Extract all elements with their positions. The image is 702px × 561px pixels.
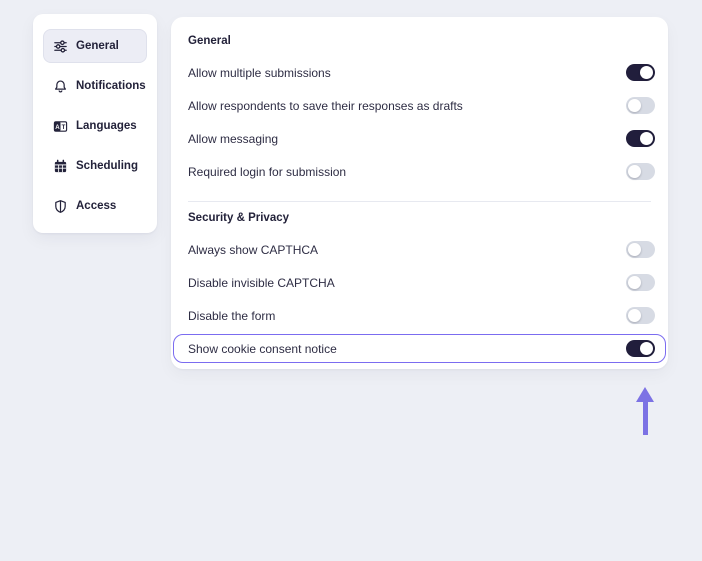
setting-row-allow-messaging: Allow messaging [171,122,668,155]
section-general: General Allow multiple submissions Allow… [171,25,668,188]
setting-label: Allow messaging [188,131,279,146]
toggle-knob [640,66,653,79]
setting-label: Disable the form [188,308,276,323]
sidebar-item-label: Scheduling [76,160,138,172]
setting-label: Show cookie consent notice [188,341,337,356]
setting-row-save-drafts: Allow respondents to save their response… [171,89,668,122]
setting-row-disable-invisible-captcha: Disable invisible CAPTCHA [171,266,668,299]
setting-label: Allow respondents to save their response… [188,98,463,113]
svg-text:T: T [62,123,66,130]
shield-icon [53,199,68,214]
toggle-disable-invisible-captcha[interactable] [626,274,655,291]
translate-icon: A T [53,119,68,134]
setting-label: Allow multiple submissions [188,65,331,80]
toggle-always-show-captcha[interactable] [626,241,655,258]
bell-icon [53,79,68,94]
section-security-privacy: Security & Privacy Always show CAPTHCA D… [171,202,668,363]
toggle-disable-form[interactable] [626,307,655,324]
settings-sidebar: General Notifications A T Languages Sche… [33,14,157,233]
toggle-required-login[interactable] [626,163,655,180]
sidebar-item-notifications[interactable]: Notifications [43,69,147,103]
arrow-head [636,387,654,402]
setting-row-disable-form: Disable the form [171,299,668,332]
settings-page: General Notifications A T Languages Sche… [0,0,702,561]
toggle-knob [640,132,653,145]
toggle-save-drafts[interactable] [626,97,655,114]
sidebar-item-label: Notifications [76,80,146,92]
toggle-knob [640,342,653,355]
section-title: General [188,35,231,47]
sidebar-item-label: General [76,40,119,52]
svg-text:A: A [55,123,60,130]
setting-row-always-show-captcha: Always show CAPTHCA [171,233,668,266]
calendar-icon [53,159,68,174]
toggle-cookie-consent[interactable] [626,340,655,357]
sidebar-item-access[interactable]: Access [43,189,147,223]
setting-row-allow-multiple-submissions: Allow multiple submissions [171,56,668,89]
settings-panel: General Allow multiple submissions Allow… [171,17,668,369]
sliders-icon [53,39,68,54]
toggle-knob [628,276,641,289]
toggle-knob [628,243,641,256]
setting-label: Always show CAPTHCA [188,242,319,257]
sidebar-item-languages[interactable]: A T Languages [43,109,147,143]
toggle-allow-multiple-submissions[interactable] [626,64,655,81]
toggle-knob [628,309,641,322]
arrow-shaft [642,402,648,435]
setting-row-cookie-consent-highlighted: Show cookie consent notice [173,334,666,363]
sidebar-item-general[interactable]: General [43,29,147,63]
setting-label: Disable invisible CAPTCHA [188,275,335,290]
sidebar-item-scheduling[interactable]: Scheduling [43,149,147,183]
setting-label: Required login for submission [188,164,347,179]
toggle-allow-messaging[interactable] [626,130,655,147]
arrow-up-icon [636,387,654,435]
section-title: Security & Privacy [188,212,290,224]
toggle-knob [628,165,641,178]
sidebar-item-label: Access [76,200,117,212]
toggle-knob [628,99,641,112]
sidebar-item-label: Languages [76,120,137,132]
setting-row-required-login: Required login for submission [171,155,668,188]
